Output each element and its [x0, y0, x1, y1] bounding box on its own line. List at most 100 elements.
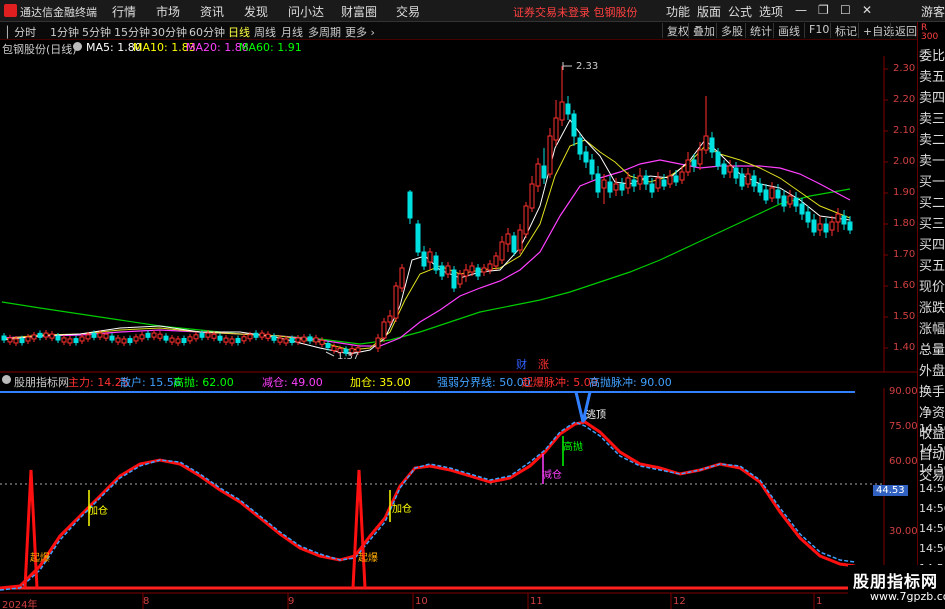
indicator-name[interactable]: 股朋指标网: [14, 374, 69, 390]
candle-body: [691, 159, 697, 167]
menu-caifuquan[interactable]: 财富圈: [341, 3, 377, 20]
f10-button[interactable]: F10: [804, 23, 829, 38]
huaxian-button[interactable]: 画线: [773, 23, 800, 38]
menu-xuanxiang[interactable]: 选项: [759, 3, 783, 20]
right-panel-item: 总量: [919, 343, 945, 358]
price-tick: 1.40: [893, 342, 916, 353]
right-time-item: 14:56: [919, 502, 945, 515]
minimize-icon[interactable]: —: [795, 3, 807, 17]
menu-banmian[interactable]: 版面: [697, 3, 721, 20]
candle-body: [709, 137, 715, 153]
time-tick: 10: [415, 596, 428, 607]
menu-jiaoyi[interactable]: 交易: [396, 3, 420, 20]
menu-faxian[interactable]: 发现: [244, 3, 268, 20]
candle-body: [541, 165, 547, 179]
tongji-button[interactable]: 统计: [745, 23, 772, 38]
period-5min[interactable]: 5分钟: [82, 24, 111, 40]
candle-body: [787, 195, 793, 205]
candle-body: [559, 101, 565, 121]
ma60-label: MA60: 1.91: [239, 41, 302, 54]
period-month[interactable]: 月线: [281, 24, 303, 40]
candle-body: [223, 337, 229, 343]
fuquan-button[interactable]: 复权: [662, 23, 689, 38]
diejia-button[interactable]: 叠加: [688, 23, 715, 38]
guest-label[interactable]: 游客: [921, 3, 945, 20]
period-15min[interactable]: 15分钟: [114, 24, 150, 40]
right-panel-item: 买四: [919, 238, 945, 253]
time-tick: 12: [673, 596, 686, 607]
candle-body: [781, 195, 787, 207]
close-icon[interactable]: ✕: [862, 3, 872, 17]
time-tick: 11: [530, 596, 543, 607]
maximize-icon[interactable]: ☐: [840, 3, 851, 17]
time-tick: 2024年: [2, 600, 38, 609]
candle-body: [151, 332, 157, 338]
right-time-item: 14:56: [919, 462, 945, 475]
right-panel-item: 卖一: [919, 154, 945, 169]
candle-body: [613, 183, 619, 191]
period-60min[interactable]: 60分钟: [189, 24, 225, 40]
ind-jiacang: 加仓: 35.00: [350, 376, 411, 389]
dropdown-icon[interactable]: [73, 42, 82, 51]
candle-body: [649, 183, 655, 193]
menu-gongshi[interactable]: 公式: [728, 3, 752, 20]
candle-body: [733, 167, 739, 179]
period-week[interactable]: 周线: [254, 24, 276, 40]
period-1min[interactable]: 1分钟: [50, 24, 79, 40]
right-panel-item: 外盘: [919, 364, 945, 379]
candle-body: [499, 241, 505, 261]
candle-body: [703, 135, 709, 151]
menu-bar: 通达信金融终端 行情 市场 资讯 发现 问小达 财富圈 交易 证券交易未登录 包…: [0, 0, 945, 22]
price-tick: 2.30: [893, 63, 916, 74]
indicator-dropdown-icon[interactable]: [2, 375, 11, 384]
period-multi[interactable]: 多周期: [308, 24, 341, 40]
stock-name[interactable]: 包钢股份(日线): [2, 41, 77, 57]
candle-body: [97, 332, 103, 338]
menu-gongneng[interactable]: 功能: [666, 3, 690, 20]
candle-body: [715, 151, 721, 167]
right-panel-item: 卖三: [919, 112, 945, 127]
menu-wenxiaoda[interactable]: 问小达: [288, 3, 324, 20]
candle-body: [121, 338, 127, 344]
candle-body: [217, 335, 223, 341]
back-button[interactable]: 返回: [890, 23, 917, 38]
candle-body: [817, 223, 823, 231]
candle-body: [661, 179, 667, 187]
annot-qibao-2: 起爆: [358, 552, 378, 564]
right-panel-item: 卖二: [919, 133, 945, 148]
biaoji-button[interactable]: 标记: [830, 23, 857, 38]
login-warning[interactable]: 证券交易未登录 包钢股份: [513, 4, 638, 20]
period-fenshi[interactable]: │ 分时: [4, 24, 36, 40]
right-panel-item: 买五: [919, 259, 945, 274]
candle-body: [631, 179, 637, 187]
candle-body: [763, 189, 769, 201]
period-day[interactable]: 日线: [228, 24, 250, 40]
time-tick: 9: [288, 596, 295, 607]
candle-body: [325, 343, 331, 349]
watermark-url: www.7gpzb.com: [870, 590, 945, 603]
price-tick: 1.80: [893, 218, 916, 229]
badge-cai[interactable]: 财: [516, 357, 527, 371]
candle-body: [805, 211, 811, 223]
candle-body: [415, 223, 421, 253]
price-tick: 2.20: [893, 94, 916, 105]
candle-body: [13, 338, 19, 344]
candle-body: [757, 183, 763, 193]
r-badge: R 300: [921, 23, 939, 42]
period-more[interactable]: 更多 ›: [345, 24, 375, 40]
candle-body: [109, 335, 115, 341]
candle-body: [655, 177, 661, 189]
menu-shichang[interactable]: 市场: [156, 3, 180, 20]
candle-body: [199, 332, 205, 338]
candle-body: [139, 334, 145, 340]
restore-icon[interactable]: ❐: [818, 3, 829, 17]
badge-zhang[interactable]: 涨: [538, 358, 549, 371]
period-30min[interactable]: 30分钟: [151, 24, 187, 40]
duogu-button[interactable]: 多股: [716, 23, 743, 38]
menu-zixun[interactable]: 资讯: [200, 3, 224, 20]
menu-hangqing[interactable]: 行情: [112, 3, 136, 20]
candle-body: [457, 273, 463, 285]
right-panel-item: 涨跌: [919, 301, 945, 316]
candle-body: [229, 338, 235, 344]
add-favorite-button[interactable]: +自选: [858, 23, 894, 38]
